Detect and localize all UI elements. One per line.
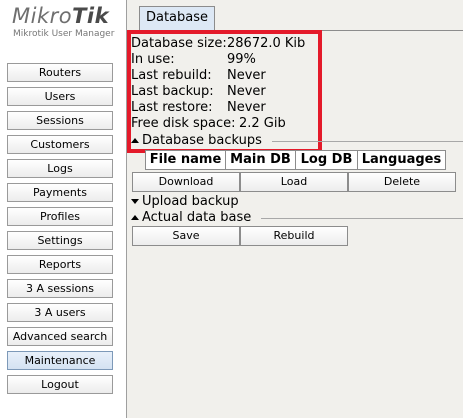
nav-reports-button[interactable]: Reports: [7, 255, 113, 274]
nav-advanced-search-button[interactable]: Advanced search: [7, 327, 113, 346]
info-row-last-rebuild: Last rebuild: Never: [131, 68, 321, 84]
save-button[interactable]: Save: [132, 226, 240, 246]
section-divider: [261, 218, 463, 219]
nav-logout-button[interactable]: Logout: [7, 375, 113, 394]
database-info: Database size: 28672.0 Kib In use: 99% L…: [131, 36, 321, 132]
info-label: In use:: [131, 52, 175, 67]
delete-button[interactable]: Delete: [348, 172, 456, 192]
nav-logs-button[interactable]: Logs: [7, 159, 113, 178]
info-row-free-disk-space: Free disk space: 2.2 Gib: [131, 116, 321, 132]
section-title: Database backups: [142, 133, 262, 148]
rebuild-button[interactable]: Rebuild: [240, 226, 348, 246]
section-divider: [272, 141, 463, 142]
collapse-triangle-icon: [131, 138, 139, 143]
nav-users-button[interactable]: Users: [7, 87, 113, 106]
sidebar: MikroTik Mikrotik User Manager Routers U…: [0, 0, 126, 418]
mikrotik-logo: MikroTik Mikrotik User Manager: [12, 4, 124, 39]
actual-data-base-header[interactable]: Actual data base: [131, 210, 251, 225]
column-main-db[interactable]: Main DB: [225, 150, 296, 170]
info-label: Last restore:: [131, 100, 213, 115]
info-label: Last rebuild:: [131, 68, 212, 83]
info-value: Never: [227, 100, 266, 115]
section-title: Actual data base: [142, 210, 252, 225]
nav-3a-sessions-button[interactable]: 3 A sessions: [7, 279, 113, 298]
nav-3a-users-button[interactable]: 3 A users: [7, 303, 113, 322]
info-row-database-size: Database size: 28672.0 Kib: [131, 36, 321, 52]
nav-settings-button[interactable]: Settings: [7, 231, 113, 250]
info-row-in-use: In use: 99%: [131, 52, 321, 68]
database-backups-header[interactable]: Database backups: [131, 133, 262, 148]
nav-routers-button[interactable]: Routers: [7, 63, 113, 82]
nav-profiles-button[interactable]: Profiles: [7, 207, 113, 226]
collapse-triangle-icon: [131, 215, 139, 220]
tab-database[interactable]: Database: [139, 6, 215, 30]
expand-triangle-icon: [131, 199, 139, 204]
logo-subtitle: Mikrotik User Manager: [13, 29, 115, 39]
column-file-name[interactable]: File name: [145, 150, 226, 170]
info-value: Never: [227, 84, 266, 99]
info-label: Free disk space:: [131, 116, 236, 131]
download-button[interactable]: Download: [132, 172, 240, 192]
upload-backup-header[interactable]: Upload backup: [131, 194, 239, 209]
main-panel: Database Database size: 28672.0 Kib In u…: [127, 0, 463, 418]
column-log-db[interactable]: Log DB: [295, 150, 358, 170]
logo-brand-bold: Tik: [72, 4, 110, 28]
column-languages[interactable]: Languages: [357, 150, 446, 170]
info-value: Never: [227, 68, 266, 83]
info-value: 28672.0 Kib: [227, 36, 306, 51]
info-row-last-restore: Last restore: Never: [131, 100, 321, 116]
info-value: 99%: [227, 52, 256, 67]
logo-brand-light: Mikro: [12, 4, 73, 28]
load-button[interactable]: Load: [240, 172, 348, 192]
info-label: Database size:: [131, 36, 227, 51]
tab-divider: [127, 30, 463, 31]
info-label: Last backup:: [131, 84, 214, 99]
nav-maintenance-button[interactable]: Maintenance: [7, 351, 113, 370]
section-title: Upload backup: [142, 194, 239, 209]
nav-customers-button[interactable]: Customers: [7, 135, 113, 154]
info-row-last-backup: Last backup: Never: [131, 84, 321, 100]
nav-payments-button[interactable]: Payments: [7, 183, 113, 202]
nav-sessions-button[interactable]: Sessions: [7, 111, 113, 130]
info-value: 2.2 Gib: [239, 116, 286, 131]
